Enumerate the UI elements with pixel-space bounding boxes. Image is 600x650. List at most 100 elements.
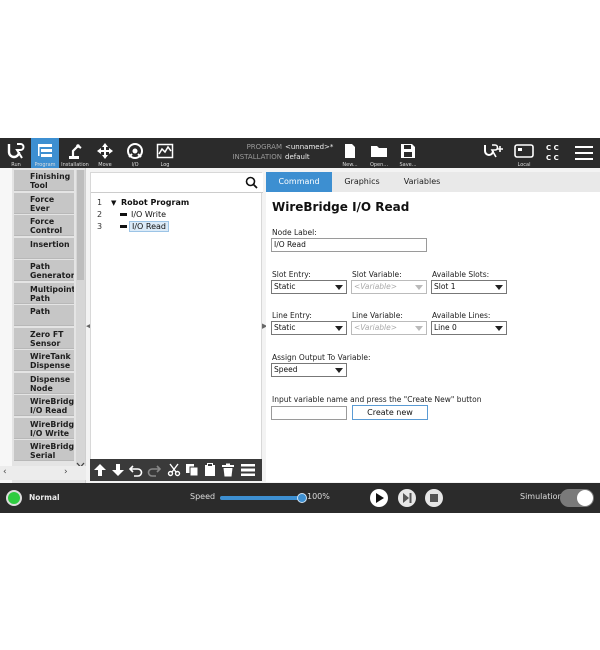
node-palette: Finishing Tool ContrForce EverForce Cont… [0,168,86,483]
delete-button[interactable] [220,462,236,478]
redo-button[interactable] [146,462,162,478]
open-button[interactable]: Open... [367,138,391,168]
tree-row-io-read[interactable]: 3 I/O Read [91,221,261,233]
speed-slider-knob[interactable] [297,493,307,503]
line-entry-value: Static [274,323,296,332]
nav-io[interactable]: I/O [122,138,148,168]
palette-item[interactable]: Insertion [14,237,74,259]
nav-run[interactable]: Run [3,138,29,168]
node-label-input[interactable]: I/O Read [271,238,427,252]
slot-variable-caption: Slot Variable: [352,270,402,279]
palette-scrollbar[interactable] [76,170,85,465]
arrow-up-icon [94,464,106,476]
palette-item[interactable]: WireBridge Serial [14,440,74,461]
copy-button[interactable] [184,462,200,478]
available-lines-value: Line 0 [434,323,457,332]
assign-output-caption: Assign Output To Variable: [272,353,371,362]
palette-item[interactable]: WireTank Dispense [14,350,74,371]
program-tree: 1 ▼ Robot Program 2 I/O Write 3 I/O Read [90,172,263,477]
palette-item[interactable]: Path [14,305,74,326]
trash-icon [222,463,234,477]
tab-graphics[interactable]: Graphics [334,172,390,192]
chevron-down-icon [495,285,503,290]
local-screen-icon [513,140,535,162]
palette-item[interactable]: Dispense Node [14,372,74,394]
scroll-right-icon[interactable]: › [64,467,68,477]
speed-slider[interactable] [220,493,307,503]
hamburger-menu-icon [575,146,593,160]
local-button[interactable]: Local [511,138,537,168]
palette-item[interactable]: Force Control [14,215,74,236]
tab-variables[interactable]: Variables [392,172,452,192]
assign-output-value: Speed [274,365,298,374]
ur-logo-icon [5,140,27,162]
nav-program[interactable]: Program [31,138,59,168]
nav-log-label: Log [160,162,170,168]
chevron-down-icon [495,326,503,331]
slot-variable-select[interactable]: <Variable> [351,280,427,294]
ur-plus-button[interactable] [482,138,506,168]
arrow-down-icon [112,464,124,476]
simulation-label: Simulation [520,492,563,501]
expand-triangle-icon[interactable]: ▼ [111,197,116,209]
paste-button[interactable] [202,462,218,478]
palette-item[interactable]: Multipoint Path [14,282,74,304]
palette-item[interactable]: WireBridge I/O Read [14,395,74,416]
play-button[interactable] [370,489,388,507]
palette-scroll-down[interactable] [76,454,85,468]
scroll-left-icon[interactable]: ‹ [3,467,7,477]
program-info: PROGRAM <unnamed>* INSTALLATION default [230,142,333,162]
play-icon [376,493,384,503]
chevron-down-icon [335,285,343,290]
nav-installation[interactable]: Installation [61,138,89,168]
nav-move[interactable]: Move [92,138,118,168]
stop-button[interactable] [425,489,443,507]
palette-item[interactable]: WireBridge I/O Write [14,417,74,439]
suppress-button[interactable] [240,462,256,478]
line-variable-caption: Line Variable: [352,311,403,320]
node-dash-icon [120,213,127,216]
assign-output-select[interactable]: Speed [271,363,347,377]
log-chart-icon [154,140,176,162]
palette-scroll-thumb[interactable] [77,170,84,280]
available-slots-select[interactable]: Slot 1 [431,280,507,294]
cut-button[interactable] [166,462,182,478]
new-button[interactable]: New... [338,138,362,168]
palette-hscrollbar[interactable]: ‹ › [0,466,86,480]
move-up-button[interactable] [92,462,108,478]
chevron-down-icon [415,285,423,290]
tree-row-robot-program[interactable]: 1 ▼ Robot Program [91,197,261,209]
create-variable-hint: Input variable name and press the "Creat… [272,395,482,404]
search-icon[interactable] [245,176,258,189]
tab-command[interactable]: Command [266,172,332,192]
new-variable-input[interactable] [271,406,347,420]
palette-item[interactable]: Path Generator [14,260,74,281]
open-label: Open... [369,162,389,168]
tree-label-io-write: I/O Write [131,210,167,219]
save-button[interactable]: Save... [396,138,420,168]
available-lines-select[interactable]: Line 0 [431,321,507,335]
create-new-button[interactable]: Create new [352,405,428,420]
status-indicator-icon[interactable] [6,490,22,506]
palette-item[interactable]: Zero FT Sensor [14,327,74,349]
tree-search-bar[interactable] [91,173,263,193]
simulation-toggle[interactable] [560,489,594,507]
speed-slider-fill [220,496,302,500]
chevron-down-icon [415,326,423,331]
tree-row-io-write[interactable]: 2 I/O Write [91,209,261,221]
menu-button[interactable] [574,144,594,162]
line-variable-select[interactable]: <Variable> [351,321,427,335]
move-down-button[interactable] [110,462,126,478]
new-file-icon [339,140,361,162]
installation-key: INSTALLATION [232,153,282,161]
slot-entry-select[interactable]: Static [271,280,347,294]
panel-tabs: Command Graphics Variables [266,172,600,192]
chevron-down-icon [335,326,343,331]
command-panel: Command Graphics Variables WireBridge I/… [266,172,600,482]
nav-log[interactable]: Log [152,138,178,168]
palette-item[interactable]: Force Ever [14,192,74,214]
step-button[interactable] [398,489,416,507]
line-entry-select[interactable]: Static [271,321,347,335]
undo-button[interactable] [128,462,144,478]
palette-item[interactable]: Finishing Tool Contr [14,170,74,191]
